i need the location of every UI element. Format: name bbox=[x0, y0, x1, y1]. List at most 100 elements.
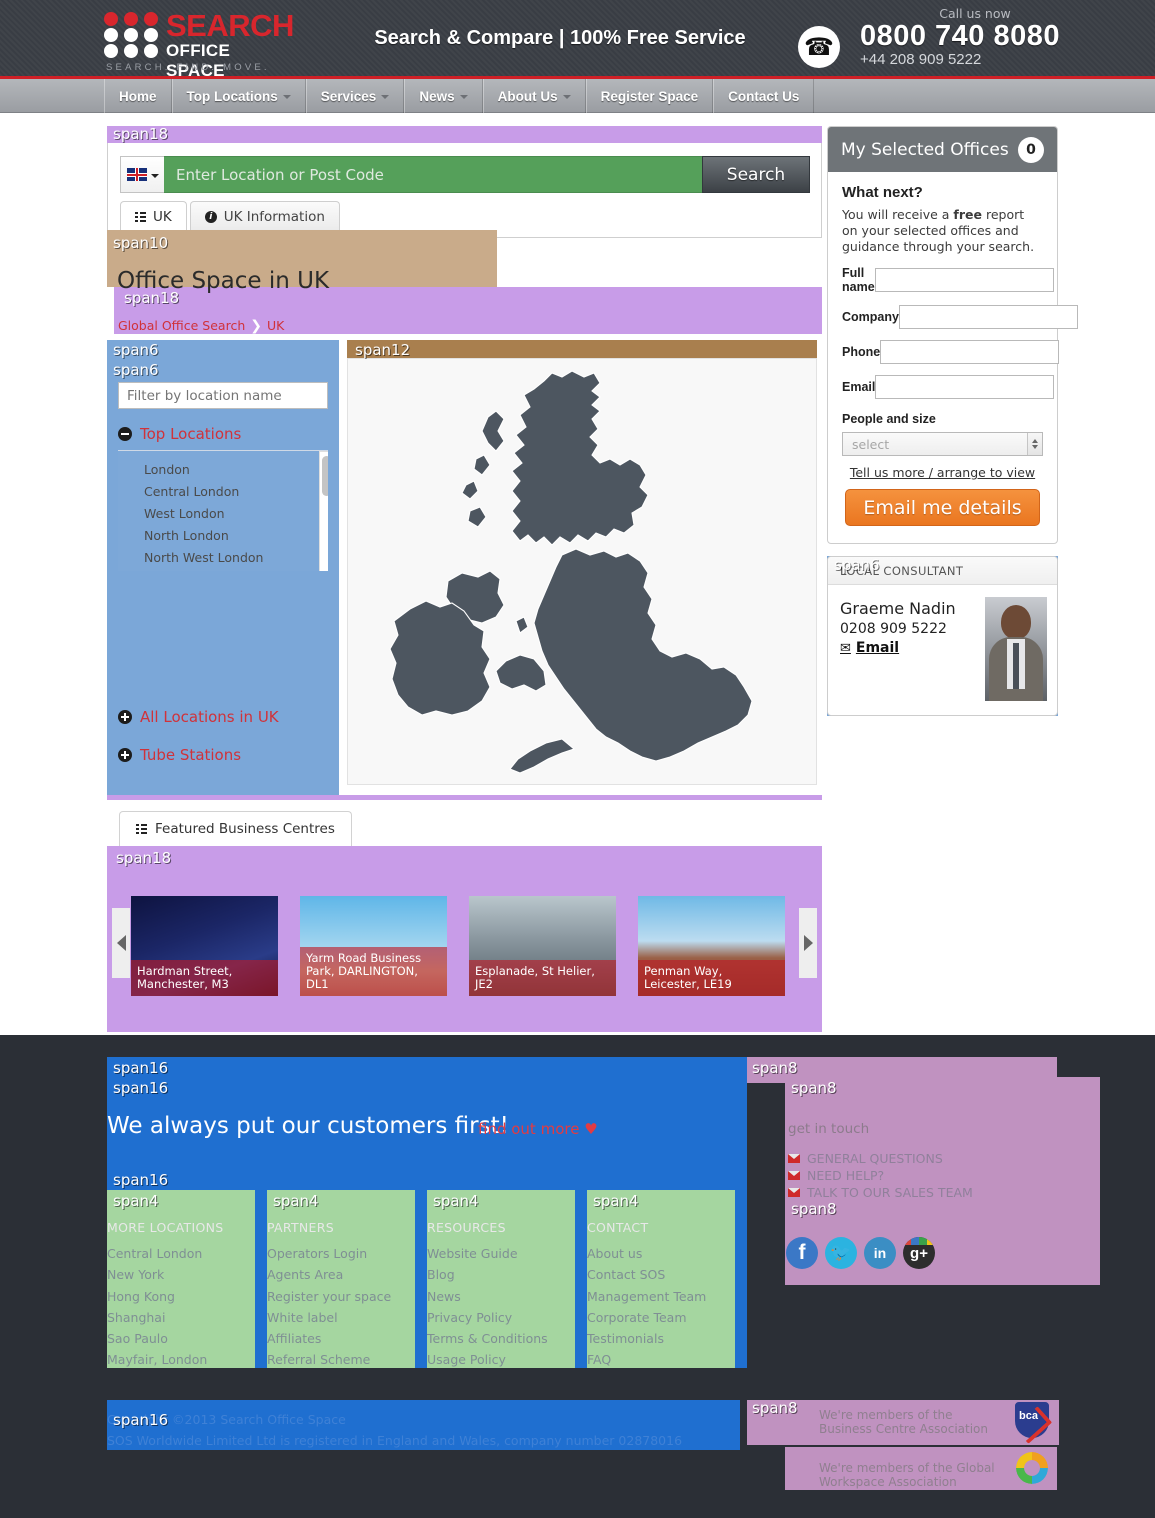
footer-link[interactable]: About us bbox=[587, 1243, 706, 1264]
footer-link[interactable]: News bbox=[427, 1286, 548, 1307]
tab-uk[interactable]: UK bbox=[120, 201, 187, 232]
footer-link[interactable]: Hong Kong bbox=[107, 1286, 207, 1307]
footer-link[interactable]: Affiliates bbox=[267, 1328, 391, 1349]
phone-field[interactable] bbox=[880, 340, 1060, 364]
carousel-prev-button[interactable] bbox=[112, 908, 130, 978]
featured-card[interactable]: Penman Way, Leicester, LE19 bbox=[638, 896, 785, 996]
section-top-locations[interactable]: Top Locations bbox=[118, 425, 241, 443]
location-filter-input[interactable] bbox=[118, 382, 328, 409]
footer-link[interactable]: Usage Policy bbox=[427, 1349, 548, 1370]
footer-link[interactable]: Privacy Policy bbox=[427, 1307, 548, 1328]
locations-scrollbar[interactable] bbox=[319, 451, 328, 571]
site-logo[interactable]: SEARCH OFFICE SPACE SEARCH. FIND. MOVE. bbox=[104, 8, 294, 80]
local-consultant-body: Graeme Nadin 0208 909 5222 ✉ Email bbox=[828, 585, 1057, 715]
full-name-field[interactable] bbox=[874, 268, 1054, 292]
nav-item-contact-us[interactable]: Contact Us bbox=[713, 79, 815, 113]
uk-map-svg[interactable] bbox=[348, 359, 817, 785]
contact-link-need-help[interactable]: NEED HELP? bbox=[788, 1167, 973, 1184]
nav-item-about-us[interactable]: About Us bbox=[482, 79, 586, 113]
footer-link[interactable]: Agents Area bbox=[267, 1264, 391, 1285]
footer-column-heading: CONTACT bbox=[587, 1220, 649, 1235]
nav-item-services[interactable]: Services bbox=[305, 79, 405, 113]
section-tube-stations[interactable]: Tube Stations bbox=[118, 746, 241, 764]
tell-us-more-link[interactable]: Tell us more / arrange to view bbox=[842, 465, 1043, 480]
tab-uk-information[interactable]: i UK Information bbox=[189, 201, 340, 232]
footer-link[interactable]: Central London bbox=[107, 1243, 207, 1264]
nav-label: About Us bbox=[497, 88, 558, 104]
company-field[interactable] bbox=[898, 305, 1078, 329]
footer-column-contact: CONTACT About us Contact SOS Management … bbox=[587, 1190, 735, 1368]
footer-link[interactable]: Corporate Team bbox=[587, 1307, 706, 1328]
people-and-size-select[interactable]: select bbox=[842, 432, 1043, 456]
carousel-next-button[interactable] bbox=[799, 908, 817, 978]
footer-link[interactable]: New York bbox=[107, 1264, 207, 1285]
chevron-down-icon bbox=[150, 173, 159, 178]
nav-item-news[interactable]: News bbox=[404, 79, 483, 113]
header-tagline: Search & Compare | 100% Free Service bbox=[374, 27, 746, 49]
twitter-icon[interactable]: 🐦 bbox=[825, 1237, 857, 1269]
list-item[interactable]: Central London bbox=[144, 481, 328, 503]
footer-link[interactable]: Operators Login bbox=[267, 1243, 391, 1264]
chevron-right-icon bbox=[803, 935, 813, 951]
get-in-touch-links: GENERAL QUESTIONS NEED HELP? TALK TO OUR… bbox=[788, 1150, 973, 1201]
footer-link[interactable]: FAQ bbox=[587, 1349, 706, 1370]
footer-link[interactable]: Contact SOS bbox=[587, 1264, 706, 1285]
list-item[interactable]: London bbox=[144, 459, 328, 481]
form-row-full-name: Full name bbox=[842, 266, 1054, 294]
list-item[interactable]: South West London bbox=[144, 569, 328, 571]
footer-link[interactable]: Management Team bbox=[587, 1286, 706, 1307]
footer-link[interactable]: Website Guide bbox=[427, 1243, 548, 1264]
googleplus-icon[interactable]: g+ bbox=[903, 1237, 935, 1269]
footer-link[interactable]: Terms & Conditions bbox=[427, 1328, 548, 1349]
footer-find-out-more-link[interactable]: find out more ♥ bbox=[478, 1120, 598, 1138]
footer-link[interactable]: Register your space bbox=[267, 1286, 391, 1307]
footer-link[interactable]: Mayfair, London bbox=[107, 1349, 207, 1370]
footer-link[interactable]: Referral Scheme bbox=[267, 1349, 391, 1370]
what-next-text-bold: free bbox=[953, 207, 982, 222]
search-row: Search bbox=[120, 156, 810, 193]
search-button[interactable]: Search bbox=[702, 156, 810, 193]
list-item[interactable]: West London bbox=[144, 503, 328, 525]
facebook-icon[interactable]: f bbox=[786, 1237, 818, 1269]
logo-dots-icon bbox=[104, 12, 160, 58]
footer-link[interactable]: Blog bbox=[427, 1264, 548, 1285]
envelope-icon bbox=[788, 1188, 800, 1197]
nav-label: Top Locations bbox=[186, 88, 278, 104]
section-all-locations-uk[interactable]: All Locations in UK bbox=[118, 708, 279, 726]
country-flag-dropdown[interactable] bbox=[120, 156, 164, 193]
selected-offices-header: My Selected Offices 0 bbox=[828, 127, 1057, 172]
email-field[interactable] bbox=[875, 375, 1055, 399]
logo-word: SEARCH bbox=[166, 8, 294, 43]
scrollbar-thumb[interactable] bbox=[322, 456, 328, 496]
label-email: Email bbox=[842, 380, 876, 394]
breadcrumb: Global Office Search ❯ UK bbox=[118, 318, 284, 334]
search-input[interactable] bbox=[164, 156, 702, 193]
nav-item-home[interactable]: Home bbox=[104, 79, 172, 113]
list-item[interactable]: North West London bbox=[144, 547, 328, 569]
phone-number-freephone[interactable]: 0800 740 8080 bbox=[860, 21, 1060, 52]
nav-item-top-locations[interactable]: Top Locations bbox=[171, 79, 306, 113]
featured-card[interactable]: Hardman Street, Manchester, M3 bbox=[131, 896, 278, 996]
linkedin-glyph: in bbox=[873, 1245, 887, 1261]
page-title: Office Space in UK bbox=[117, 268, 330, 294]
copyright-line-1: Copyright ©2013 Search Office Space bbox=[107, 1412, 346, 1427]
main-navbar: Home Top Locations Services News About U… bbox=[0, 79, 1155, 113]
footer-link[interactable]: Sao Paulo bbox=[107, 1328, 207, 1349]
list-item[interactable]: North London bbox=[144, 525, 328, 547]
featured-card[interactable]: Esplanade, St Helier, JE2 bbox=[469, 896, 616, 996]
footer-link[interactable]: Testimonials bbox=[587, 1328, 706, 1349]
footer-link[interactable]: White label bbox=[267, 1307, 391, 1328]
contact-link-sales-team[interactable]: TALK TO OUR SALES TEAM bbox=[788, 1184, 973, 1201]
nav-label: Services bbox=[320, 88, 377, 104]
email-me-details-button[interactable]: Email me details bbox=[845, 489, 1040, 526]
contact-link-general-questions[interactable]: GENERAL QUESTIONS bbox=[788, 1150, 973, 1167]
featured-card[interactable]: Yarm Road Business Park, DARLINGTON, DL1 bbox=[300, 896, 447, 996]
linkedin-icon[interactable]: in bbox=[864, 1237, 896, 1269]
tab-featured-business-centres[interactable]: Featured Business Centres bbox=[119, 811, 352, 846]
footer-link[interactable]: Shanghai bbox=[107, 1307, 207, 1328]
nav-item-register-space[interactable]: Register Space bbox=[585, 79, 714, 113]
locations-list[interactable]: London Central London West London North … bbox=[118, 450, 328, 571]
uk-map[interactable] bbox=[347, 358, 817, 785]
phone-number-international[interactable]: +44 208 909 5222 bbox=[860, 51, 1060, 68]
breadcrumb-root[interactable]: Global Office Search bbox=[118, 318, 245, 333]
